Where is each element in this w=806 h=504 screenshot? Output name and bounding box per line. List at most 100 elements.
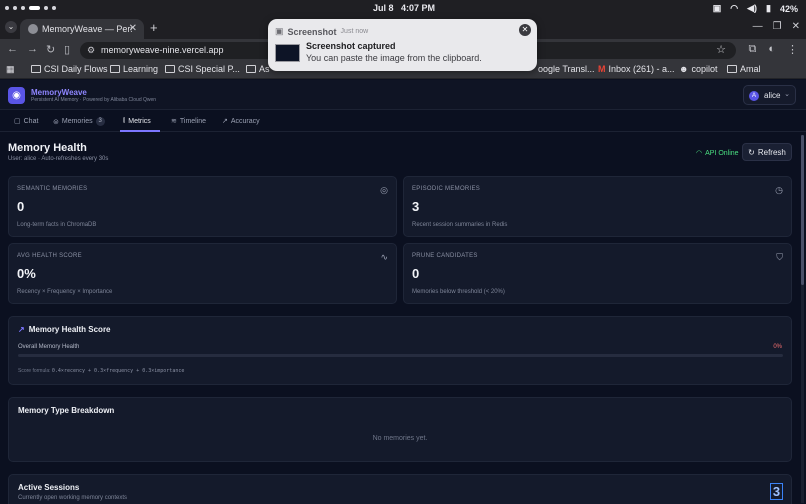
overall-health-value: 0% — [773, 344, 782, 350]
panel-title: Memory Health Score — [28, 325, 111, 334]
active-sessions-panel: Active Sessions Currently open working m… — [8, 474, 792, 504]
notification-title: Screenshot captured — [306, 41, 396, 51]
bookmark-item[interactable]: Learning — [110, 64, 158, 74]
bookmark-item[interactable]: ☻ copilot — [679, 64, 718, 74]
health-progress-bar — [18, 354, 783, 357]
folder-icon — [165, 65, 175, 73]
refresh-icon: ↻ — [748, 147, 755, 157]
page-title: Memory Health — [8, 142, 87, 154]
system-status-bar: Jul 8 4:07 PM ▣ ◠ ◀) ▮ 42% — [0, 0, 806, 17]
tab-search-icon[interactable]: ⌄ — [5, 21, 17, 33]
site-info-icon[interactable]: ⚙ — [87, 45, 95, 56]
api-status: ◠ API Online — [696, 149, 739, 158]
browser-menu-icon[interactable]: ⋮ — [787, 43, 798, 56]
panel-subtitle: Currently open working memory contexts — [18, 495, 128, 501]
shield-icon: ⛉ — [776, 252, 783, 262]
wifi-icon: ◠ — [696, 150, 703, 157]
page-scrollbar[interactable] — [801, 135, 804, 503]
tab-title: MemoryWeave — Pers — [42, 24, 132, 34]
minimize-icon[interactable]: — — [753, 21, 763, 32]
favicon-icon — [28, 24, 38, 34]
activity-icon: ∿ — [380, 252, 388, 262]
chevron-down-icon: ⌄ — [784, 91, 790, 98]
page-subtitle: User: alice · Auto-refreshes every 30s — [8, 156, 109, 162]
app-tagline: Persistent AI Memory · Powered by Alibab… — [31, 97, 157, 103]
side-panel-icon[interactable]: ▯ — [64, 43, 70, 56]
stat-value: 0 — [17, 199, 25, 214]
memories-count-badge: 3 — [95, 117, 105, 126]
active-tab-indicator — [120, 130, 160, 132]
panel-title: Memory Type Breakdown — [18, 406, 115, 415]
scrollbar-thumb[interactable] — [801, 135, 804, 285]
tab-accuracy[interactable]: ↗ Accuracy — [222, 117, 260, 126]
status-datetime: Jul 8 4:07 PM — [373, 3, 435, 13]
stat-card-episodic: EPISODIC MEMORIES 3 Recent session summa… — [403, 176, 792, 237]
page-dots-icon — [5, 6, 56, 10]
back-icon[interactable]: ← — [7, 43, 18, 55]
bookmark-item[interactable]: CSI Special P... — [165, 64, 240, 74]
stat-description: Recency × Frequency × Importance — [17, 289, 113, 295]
bookmark-item[interactable]: As — [246, 64, 270, 74]
stat-card-health: AVG HEALTH SCORE 0% Recency × Frequency … — [8, 243, 397, 304]
memory-breakdown-panel: Memory Type Breakdown No memories yet. — [8, 397, 792, 462]
notification-app-name: Screenshot — [287, 26, 337, 37]
screenshot-notification[interactable]: ▣ Screenshot Just now Screenshot capture… — [268, 19, 537, 71]
overall-health-label: Overall Memory Health — [18, 344, 80, 350]
stat-label: EPISODIC MEMORIES — [412, 186, 481, 192]
stat-value: 3 — [412, 199, 420, 214]
bookmark-item[interactable]: CSI Daily Flows — [31, 64, 108, 74]
restore-icon[interactable]: ❐ — [773, 21, 782, 32]
database-icon: ⊜ — [53, 118, 59, 126]
notification-close-icon[interactable]: ✕ — [519, 24, 531, 36]
url-text: memoryweave-nine.vercel.app — [101, 45, 224, 55]
tab-chat[interactable]: ▢ Chat — [14, 117, 38, 126]
wifi-icon: ◠ — [730, 3, 739, 13]
browser-tab-active[interactable]: MemoryWeave — Pers ✕ — [20, 19, 144, 39]
status-date: Jul 8 — [373, 3, 394, 13]
reload-icon[interactable]: ↻ — [46, 43, 55, 56]
empty-state: No memories yet. — [372, 435, 428, 442]
bookmark-item[interactable]: oogle Transl... — [538, 64, 595, 74]
session-count: 3 — [770, 483, 783, 500]
stat-label: PRUNE CANDIDATES — [412, 253, 478, 259]
score-formula: Score formula: 0.4×recency + 0.3×frequen… — [18, 368, 185, 374]
profile-icon[interactable]: ◐ — [768, 43, 775, 56]
app-header: ◉ MemoryWeave Persistent AI Memory · Pow… — [0, 80, 806, 110]
new-tab-icon[interactable]: + — [150, 20, 158, 35]
notification-time: Just now — [340, 28, 369, 35]
folder-icon — [110, 65, 120, 73]
app-logo-icon: ◉ — [8, 87, 25, 104]
volume-icon: ◀) — [747, 3, 758, 13]
clipboard-icon: ▣ — [712, 3, 722, 13]
notification-body: You can paste the image from the clipboa… — [306, 53, 482, 63]
trending-up-icon: ↗ — [18, 325, 25, 334]
brain-icon: ◎ — [380, 185, 388, 195]
clock-icon: ◷ — [775, 185, 783, 195]
tab-timeline[interactable]: ≋ Timeline — [171, 117, 206, 126]
forward-icon[interactable]: → — [27, 43, 38, 55]
battery-icon: ▮ — [766, 3, 771, 13]
user-name: alice — [764, 91, 781, 100]
bookmark-item[interactable]: M Inbox (261) - a... — [598, 64, 675, 74]
stat-value: 0% — [17, 266, 36, 281]
tab-close-icon[interactable]: ✕ — [129, 23, 137, 34]
battery-percent: 42% — [779, 3, 798, 14]
apps-grid-icon[interactable]: ▦ — [6, 64, 15, 75]
window-close-icon[interactable]: ✕ — [792, 21, 800, 32]
stat-value: 0 — [412, 266, 420, 281]
bar-chart-icon: ⫾ — [123, 117, 126, 124]
status-time: 4:07 PM — [401, 3, 436, 13]
tab-metrics[interactable]: ⫾ Metrics — [123, 117, 151, 125]
user-selector[interactable]: A alice ⌄ — [743, 85, 796, 105]
stat-description: Long-term facts in ChromaDB — [17, 222, 97, 228]
bookmark-item[interactable]: Amal — [727, 64, 761, 74]
extensions-icon[interactable]: ⧉ — [748, 43, 756, 56]
screenshot-thumbnail[interactable] — [275, 44, 300, 62]
folder-icon — [31, 65, 41, 73]
stat-description: Recent session summaries in Redis — [412, 222, 508, 228]
tab-memories[interactable]: ⊜ Memories 3 — [53, 117, 105, 126]
bookmark-star-icon[interactable]: ☆ — [716, 43, 726, 56]
folder-icon — [727, 65, 737, 73]
refresh-button[interactable]: ↻ Refresh — [742, 143, 792, 161]
copilot-icon: ☻ — [679, 64, 689, 74]
